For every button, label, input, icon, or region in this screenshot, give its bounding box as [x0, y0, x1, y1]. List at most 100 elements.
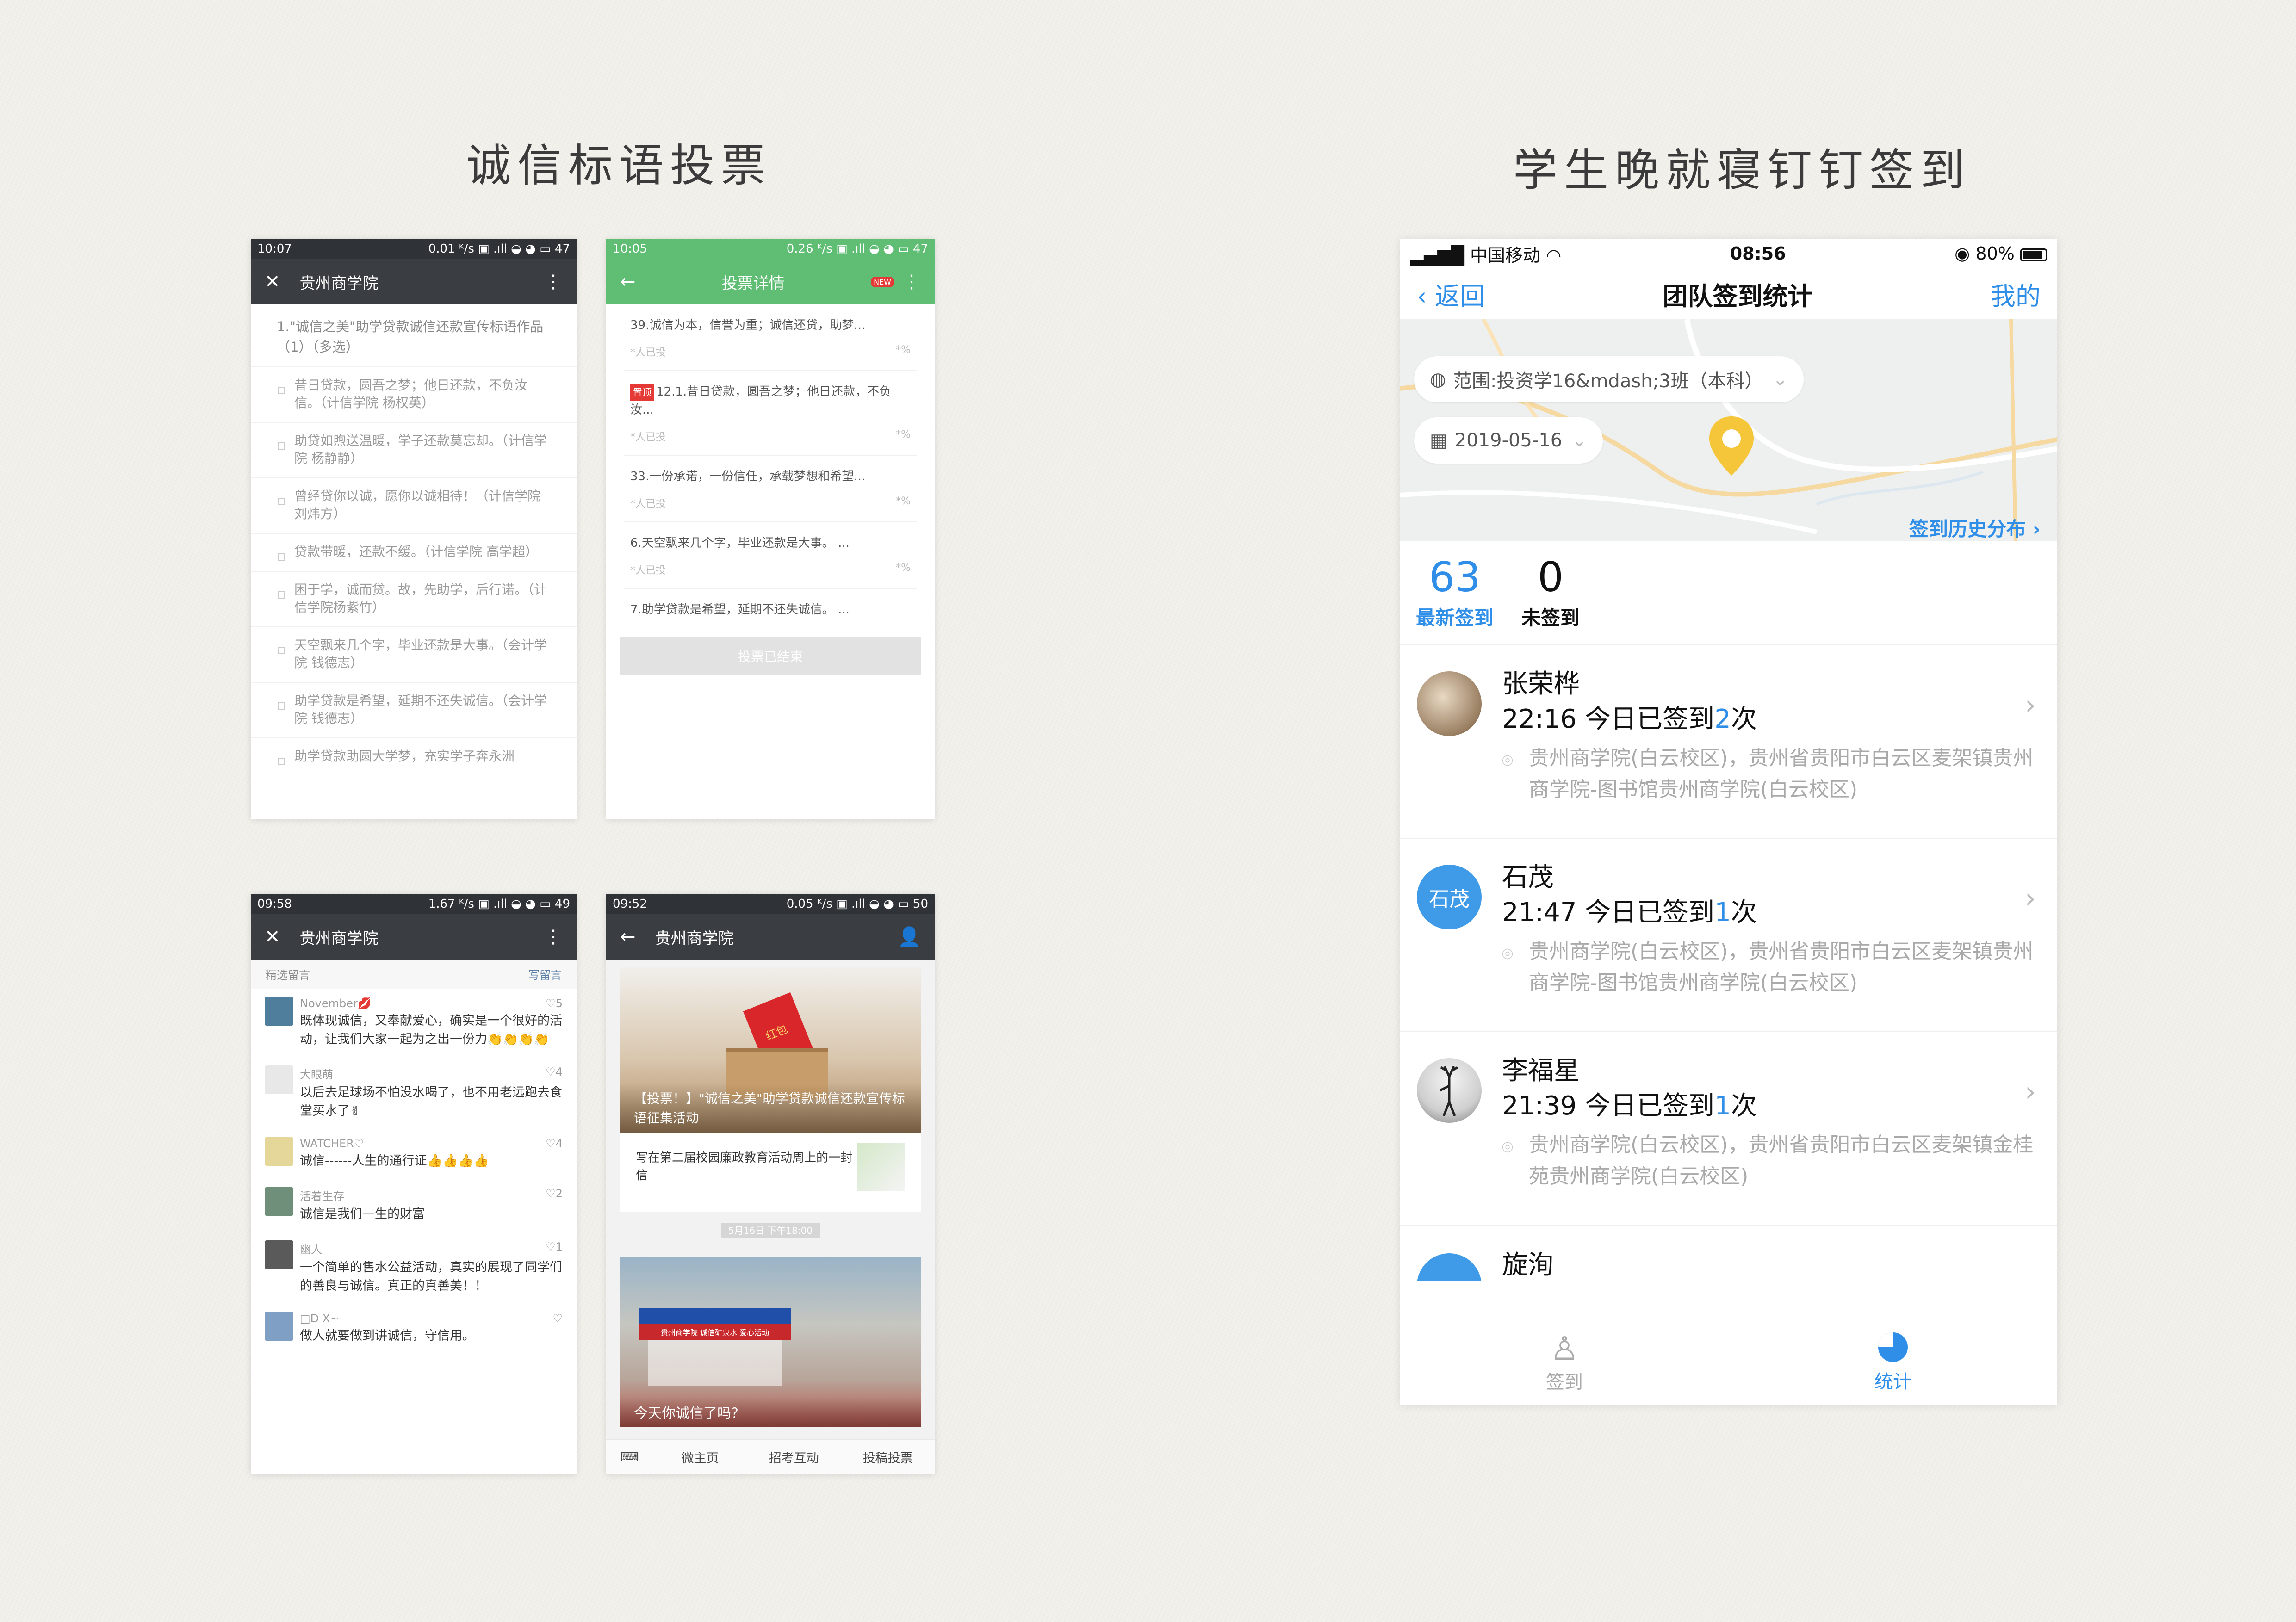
hero-caption: 【投票！】"诚信之美"助学贷款诚信还款宣传标语征集活动 [620, 1083, 921, 1133]
article-card[interactable]: 红包 【投票！】"诚信之美"助学贷款诚信还款宣传标语征集活动 写在第二届校园廉政… [620, 967, 921, 1212]
avatar [1417, 671, 1482, 736]
history-label: 签到历史分布 [1909, 518, 2026, 540]
tab-signin[interactable]: ♙ 签到 [1400, 1319, 1729, 1405]
vote-option[interactable]: 天空飘来几个字，毕业还款是大事。（会计学院 钱德志） [251, 626, 577, 682]
map-pin-icon[interactable] [1708, 416, 1755, 477]
vote-percent: *% [896, 429, 911, 440]
vote-option[interactable]: 贷款带暖，还款不缓。（计信学院 高学超） [251, 533, 577, 571]
more-icon[interactable]: ⋮ [544, 928, 563, 946]
menu-exam[interactable]: 招考互动 [747, 1448, 841, 1466]
status-time: 09:58 [257, 897, 292, 911]
profile-icon[interactable]: 👤 [898, 928, 921, 946]
avatar [265, 1312, 293, 1341]
menu-vote[interactable]: 投稿投票 [841, 1448, 935, 1466]
checkin-record[interactable]: 李福星 21:39 今日已签到1次 ⌾ 贵州商学院(白云校区)，贵州省贵阳市白云区… [1400, 1032, 2057, 1226]
commenter-name: WATCHER♡ [300, 1137, 364, 1150]
close-icon[interactable]: ✕ [265, 272, 280, 291]
mine-button[interactable]: 我的 [1991, 276, 2041, 312]
menu-home[interactable]: 微主页 [653, 1448, 747, 1466]
menu-bar: ⌨ 微主页 招考互动 投稿投票 [606, 1439, 935, 1474]
close-icon[interactable]: ✕ [265, 928, 280, 946]
vote-ended-button[interactable]: 投票已结束 [620, 637, 921, 675]
like-count[interactable]: ♡4 [546, 1137, 563, 1150]
stat-label: 未签到 [1521, 607, 1580, 629]
hero-image[interactable]: 红包 【投票！】"诚信之美"助学贷款诚信还款宣传标语征集活动 [620, 967, 921, 1133]
dingtalk-checkin-screen: ▂▄▆█ 中国移动 ◠ 08:56 ◉ 80% ‹ 返回 团队签到统计 我的 ◍… [1400, 239, 2057, 1405]
vote-percent: *% [896, 344, 911, 356]
option-list: 昔日贷款，圆吾之梦；他日还款，不负汝信。（计信学院 杨权英） 助贷如煦送温暖，学… [251, 366, 577, 775]
article-feed-screen: 09:52 0.05 ᴷ/s ▣ .ıll ◒ ◕ ▭ 50 ← 贵州商学院 👤… [606, 894, 935, 1474]
checkin-record-partial[interactable]: 旋洵 [1400, 1226, 2057, 1281]
status-time: 10:05 [613, 242, 647, 256]
history-distribution-link[interactable]: 签到历史分布 › [1909, 514, 2041, 541]
location-pin-icon: ⌾ [1502, 750, 1513, 772]
item-text: 6.天空飘来几个字，毕业还款是大事。 ... [630, 536, 850, 550]
comment-text: 做人就要做到讲诚信，守信用。 [300, 1329, 475, 1343]
checkbox-icon[interactable] [278, 387, 285, 394]
avatar [1417, 1058, 1482, 1123]
vote-option[interactable]: 助贷如煦送温暖，学子还款莫忘却。（计信学院 杨静静） [251, 422, 577, 477]
like-count[interactable]: ♡5 [546, 997, 563, 1010]
back-button[interactable]: ‹ 返回 [1417, 276, 1485, 312]
comment-item: November💋 ♡5 既体现诚信，又奉献爱心，确实是一个很好的活动，让我们大家一… [251, 989, 577, 1057]
item-text: 33.一份承诺，一份信任，承载梦想和希望... [630, 470, 866, 483]
commenter-name: 活着生存 [300, 1190, 344, 1203]
chevron-right-icon: › [2025, 1076, 2036, 1108]
status-time: 09:52 [613, 897, 647, 911]
like-count[interactable]: ♡2 [546, 1187, 563, 1203]
checkbox-icon[interactable] [278, 702, 285, 710]
wifi-icon: ◠ [1546, 245, 1562, 266]
more-icon[interactable]: ⋮ [544, 272, 563, 291]
stat-not-signed[interactable]: 0 未签到 [1521, 554, 1580, 631]
vote-option[interactable]: 昔日贷款，圆吾之梦；他日还款，不负汝信。（计信学院 杨权英） [251, 366, 577, 422]
commenter-name: 大眼萌 [300, 1068, 333, 1081]
vote-option[interactable]: 曾经贷你以诚，愿你以诚相待！（计信学院 刘炜方） [251, 477, 577, 533]
date-text: 2019-05-16 [1454, 430, 1563, 451]
checkbox-icon[interactable] [278, 591, 285, 599]
date-selector[interactable]: ▦ 2019-05-16 ⌄ [1414, 417, 1603, 464]
checkin-record[interactable]: 石茂 石茂 21:47 今日已签到1次 ⌾ 贵州商学院(白云校区)，贵州省贵阳市白… [1400, 839, 2057, 1032]
checkbox-icon[interactable] [278, 758, 285, 765]
checkbox-icon[interactable] [278, 498, 285, 505]
timestamp-row: 5月16日 下午18:00 [606, 1223, 935, 1238]
count-unit: 次 [1731, 704, 1757, 734]
location-pin-icon: ⌾ [1502, 944, 1513, 965]
vote-result-item[interactable]: 33.一份承诺，一份信任，承载梦想和希望... *人已投 *% [606, 456, 935, 522]
chevron-right-icon: › [2025, 882, 2036, 915]
page-title: 团队签到统计 [1663, 281, 1813, 311]
option-label: 助贷如煦送温暖，学子还款莫忘却。（计信学院 杨静静） [294, 433, 547, 466]
stats-row: 63 最新签到 0 未签到 [1400, 541, 2057, 645]
status-indicators: 0.01 ᴷ/s ▣ .ıll ◒ ◕ ▭ 47 [428, 242, 570, 256]
back-arrow-icon[interactable]: ← [620, 928, 636, 946]
checkin-record[interactable]: 张荣桦 22:16 今日已签到2次 ⌾ 贵州商学院(白云校区)，贵州省贵阳市白云区… [1400, 645, 2057, 839]
like-count[interactable]: ♡1 [546, 1240, 563, 1257]
status-time: 10:07 [257, 242, 292, 256]
vote-result-item[interactable]: 7.助学贷款是希望，延期不还失诚信。 ... [606, 589, 935, 624]
checkbox-icon[interactable] [278, 553, 285, 561]
event-photo[interactable]: 贵州商学院 诚信矿泉水 爱心活动 今天你诚信了吗？ [620, 1257, 921, 1427]
checkin-count: 1 [1714, 1091, 1731, 1121]
vote-result-item[interactable]: 39.诚信为本，信誉为重；诚信还贷，助梦... *人已投 *% [606, 304, 935, 371]
vote-option[interactable]: 困于学，诚而贷。故，先助学，后行诺。（计信学院杨紫竹） [251, 571, 577, 626]
more-icon[interactable]: ⋮ [902, 272, 921, 291]
vote-option[interactable]: 助学贷款助圆大学梦，充实学子奔永洲 [251, 737, 577, 775]
checkbox-icon[interactable] [278, 442, 285, 450]
checkbox-icon[interactable] [278, 647, 285, 654]
map-view[interactable]: ◍ 范围:投资学16&mdash;3班（本科） ⌄ ▦ 2019-05-16 ⌄ 签到历… [1400, 319, 2057, 541]
vote-result-item[interactable]: 置顶 12.1.昔日贷款，圆吾之梦；他日还款，不负汝... *人已投 *% [606, 371, 935, 456]
avatar [265, 1240, 293, 1269]
checkin-address: 贵州商学院(白云校区)，贵州省贵阳市白云区麦架镇贵州商学院-图书馆贵州商学院(白… [1529, 940, 2034, 995]
write-comment-link[interactable]: 写留言 [528, 966, 562, 982]
like-count[interactable]: ♡ [552, 1312, 563, 1325]
keyboard-icon[interactable]: ⌨ [606, 1449, 653, 1465]
vote-result-item[interactable]: 6.天空飘来几个字，毕业还款是大事。 ... *人已投 *% [606, 522, 935, 589]
stat-latest-signin[interactable]: 63 最新签到 [1416, 554, 1494, 631]
deer-icon [1439, 1065, 1458, 1116]
vote-option[interactable]: 助学贷款是希望，延期不还失诚信。（会计学院 钱德志） [251, 682, 577, 737]
back-arrow-icon[interactable]: ← [620, 272, 636, 291]
article-row[interactable]: 写在第二届校园廉政教育活动周上的一封信 [620, 1133, 921, 1200]
checkin-count: 1 [1714, 898, 1731, 928]
scope-selector[interactable]: ◍ 范围:投资学16&mdash;3班（本科） ⌄ [1414, 356, 1804, 402]
tab-stats[interactable]: 统计 [1729, 1319, 2057, 1405]
like-count[interactable]: ♡4 [546, 1065, 563, 1082]
